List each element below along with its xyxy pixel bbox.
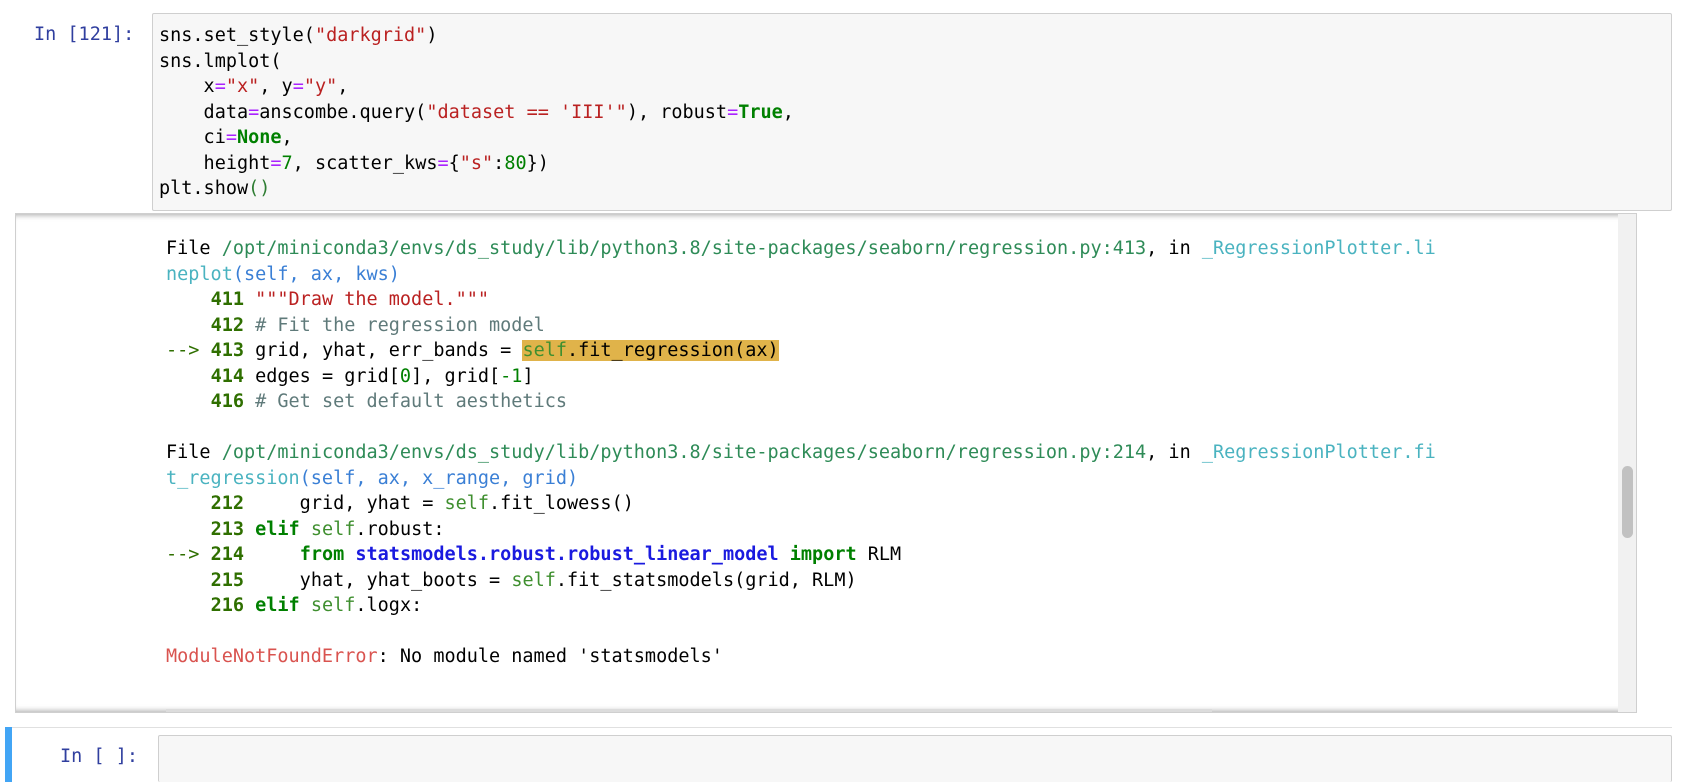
code-block: sns.set_style("darkgrid") sns.lmplot( x=… bbox=[159, 23, 794, 202]
error-type: ModuleNotFoundError bbox=[166, 646, 378, 667]
code-text: yhat, yhat_boots = bbox=[255, 569, 512, 591]
code-text: edges = grid[0], grid[-1] bbox=[255, 365, 534, 387]
code-line-3: x="x", y="y", bbox=[159, 76, 349, 97]
self-token: self bbox=[444, 493, 490, 514]
self-token: self bbox=[511, 569, 556, 591]
output-scrollbar[interactable] bbox=[1618, 214, 1636, 712]
scrollbar-thumb[interactable] bbox=[1622, 466, 1633, 538]
horizontal-scrollbar[interactable] bbox=[166, 709, 1212, 712]
line-number: 216 bbox=[210, 595, 244, 616]
code-line-4: data=anscombe.query("dataset == 'III'"),… bbox=[159, 101, 794, 123]
frame2-func-link[interactable]: _RegressionPlotter.fi bbox=[1202, 442, 1436, 463]
output-area[interactable]: File /opt/miniconda3/envs/ds_study/lib/p… bbox=[15, 213, 1637, 713]
code-text: grid, yhat = bbox=[255, 493, 445, 514]
frame2-func-link-cont[interactable]: t_regression bbox=[166, 468, 300, 489]
line-number: 416 bbox=[210, 391, 244, 412]
line-number: 412 bbox=[210, 314, 244, 336]
keyword: import bbox=[789, 544, 857, 565]
error-arrow: --> bbox=[166, 340, 211, 361]
code-line-7: plt.show() bbox=[159, 178, 271, 199]
line-number: 413 bbox=[210, 340, 244, 361]
keyword: elif bbox=[255, 595, 300, 616]
code-text: .fit_statsmodels(grid, RLM) bbox=[555, 569, 857, 591]
code-line-1: sns.set_style("darkgrid") bbox=[159, 25, 438, 46]
frame1-func-link[interactable]: _RegressionPlotter.li bbox=[1202, 238, 1436, 259]
code-text: .robust: bbox=[355, 518, 445, 540]
line-number: 214 bbox=[210, 544, 244, 565]
traceback-output: File /opt/miniconda3/envs/ds_study/lib/p… bbox=[166, 236, 1436, 670]
code-text: """Draw the model.""" bbox=[255, 289, 490, 310]
keyword: from bbox=[299, 544, 345, 565]
self-token: self bbox=[310, 595, 356, 616]
code-text: .fit_lowess() bbox=[489, 493, 634, 514]
code-text: grid, yhat, err_bands = bbox=[255, 340, 523, 361]
frame2-func-args: (self, ax, x_range, grid) bbox=[299, 467, 579, 489]
line-number: 411 bbox=[210, 289, 244, 310]
code-text: RLM bbox=[856, 544, 902, 565]
code-input-area[interactable]: sns.set_style("darkgrid") sns.lmplot( x=… bbox=[152, 13, 1672, 211]
frame1-func-link-cont[interactable]: neplot bbox=[166, 264, 233, 285]
empty-cell-prompt: In [ ]: bbox=[60, 746, 138, 767]
line-number: 213 bbox=[210, 518, 244, 540]
line-number: 212 bbox=[210, 493, 244, 514]
error-arrow: --> bbox=[166, 544, 211, 565]
line-number: 414 bbox=[210, 365, 244, 387]
frame2-path-link[interactable]: /opt/miniconda3/envs/ds_study/lib/python… bbox=[222, 442, 1146, 463]
empty-code-input[interactable] bbox=[158, 735, 1672, 782]
frame1-file-label: File bbox=[166, 238, 222, 259]
code-comment: # Get set default aesthetics bbox=[255, 391, 567, 412]
module-name: statsmodels.robust.robust_linear_model bbox=[355, 544, 779, 565]
input-prompt: In [121]: bbox=[34, 24, 135, 45]
code-line-6: height=7, scatter_kws={"s":80}) bbox=[159, 152, 549, 174]
code-text: .logx: bbox=[355, 595, 423, 616]
frame1-sep: , in bbox=[1146, 238, 1202, 259]
frame2-file-label: File bbox=[166, 442, 222, 463]
line-number: 215 bbox=[210, 569, 244, 591]
keyword: elif bbox=[255, 518, 300, 540]
frame2-sep: , in bbox=[1146, 442, 1202, 463]
error-message: : No module named 'statsmodels' bbox=[377, 646, 723, 667]
frame1-func-args: (self, ax, kws) bbox=[232, 263, 400, 285]
code-line-2: sns.lmplot( bbox=[159, 50, 282, 72]
self-token: self bbox=[310, 518, 356, 540]
code-line-5: ci=None, bbox=[159, 127, 293, 148]
code-comment: # Fit the regression model bbox=[255, 314, 545, 336]
selected-cell-indicator bbox=[5, 727, 12, 782]
highlighted-call: self.fit_regression(ax) bbox=[522, 340, 779, 361]
frame1-path-link[interactable]: /opt/miniconda3/envs/ds_study/lib/python… bbox=[222, 238, 1146, 259]
